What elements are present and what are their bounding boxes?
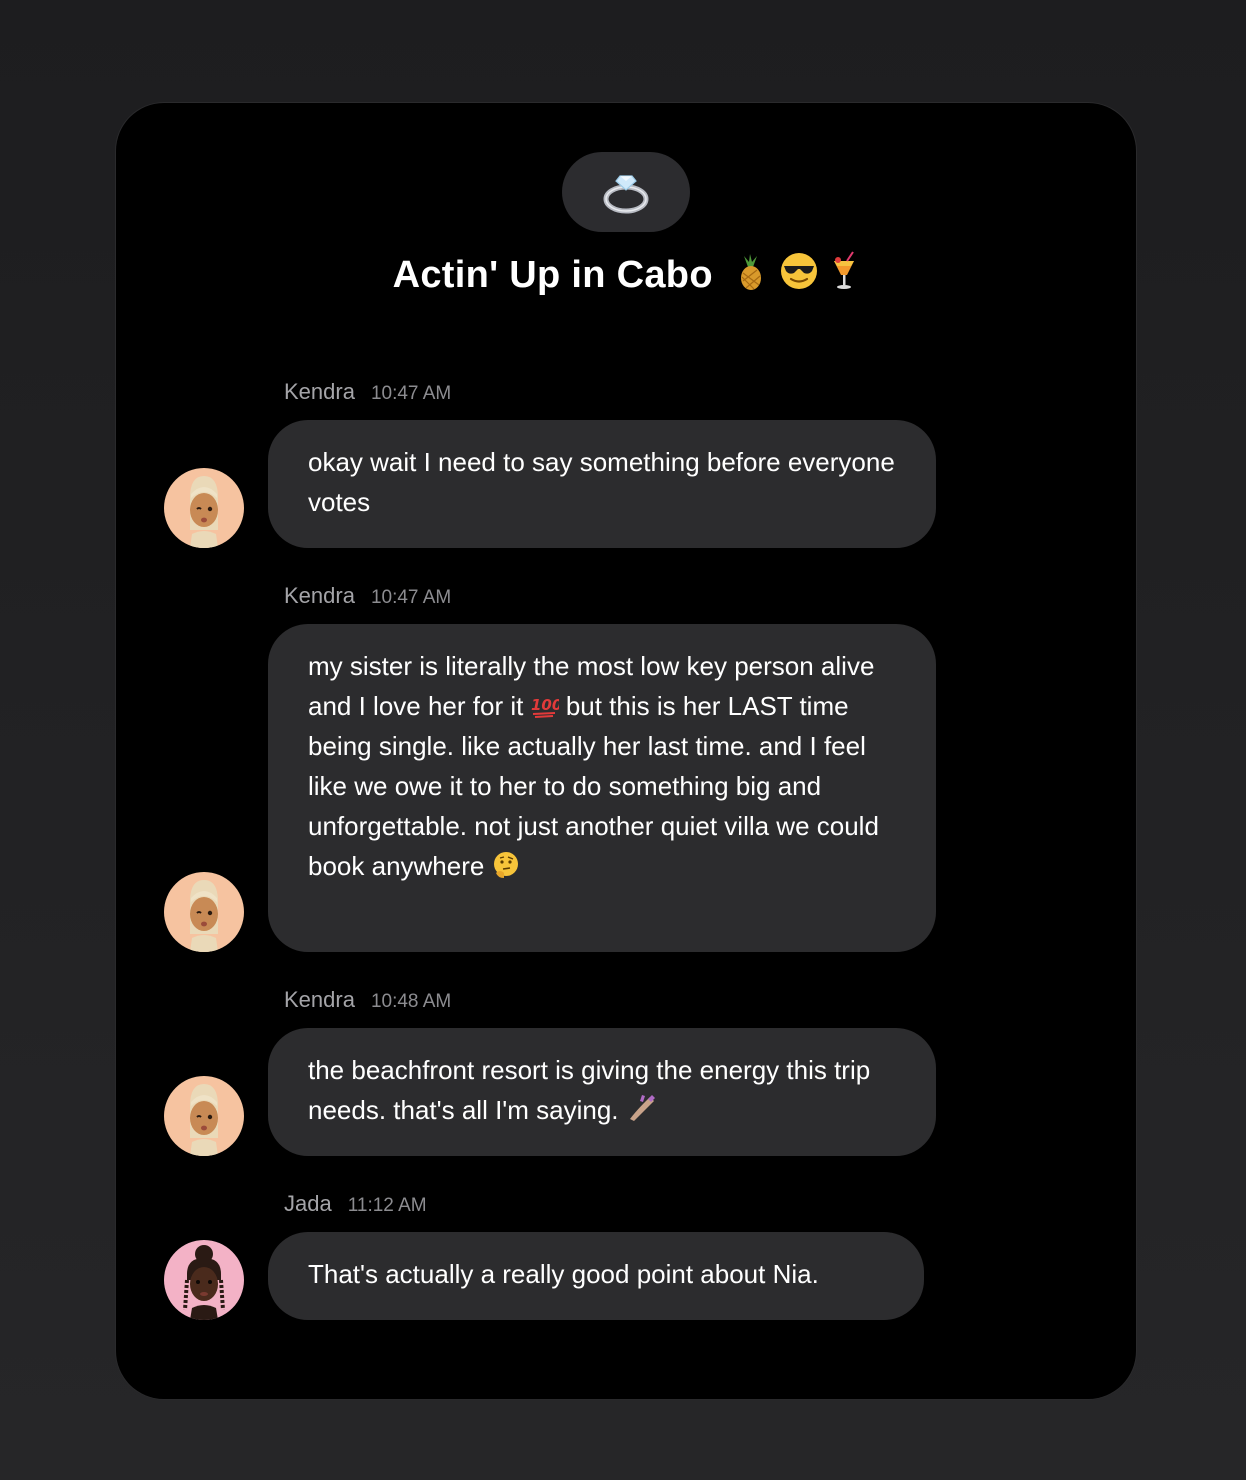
- sender-name: Kendra: [284, 379, 355, 404]
- message-timestamp: 10:48 AM: [370, 991, 452, 1012]
- group-title-text: Actin' Up in Cabo: [392, 254, 713, 296]
- message-text: the beachfront resort is giving the ener…: [308, 1055, 871, 1125]
- kendra-avatar[interactable]: [164, 872, 244, 952]
- message-bubble[interactable]: That's actually a really good point abou…: [268, 1232, 924, 1320]
- message-meta: Kendra 10:47 AM: [284, 583, 451, 609]
- message-text: okay wait I need to say something before…: [308, 447, 895, 517]
- pineapple-icon: [740, 254, 761, 290]
- memoji-avatar-icon: [183, 1245, 225, 1320]
- hundred-points-icon: 100: [531, 696, 559, 718]
- tropical-drink-icon: [834, 251, 855, 289]
- memoji-avatar-icon: [190, 880, 218, 952]
- group-title: Actin' Up in Cabo: [116, 251, 1136, 301]
- message-text: That's actually a really good point abou…: [308, 1259, 819, 1289]
- sender-name: Jada: [284, 1191, 332, 1216]
- message-bubble[interactable]: okay wait I need to say something before…: [268, 420, 936, 548]
- message-meta: Kendra 10:47 AM: [284, 379, 451, 405]
- sender-name: Kendra: [284, 583, 355, 608]
- message-timestamp: 11:12 AM: [347, 1195, 427, 1216]
- message-timestamp: 10:47 AM: [370, 383, 452, 404]
- sunglasses-face-icon: [780, 253, 817, 289]
- memoji-avatar-icon: [190, 476, 218, 548]
- group-chat-window: Actin' Up in Cabo Kendra 10:47 AM okay w…: [116, 103, 1136, 1399]
- thinking-face-icon: [493, 852, 518, 878]
- nail-polish-icon: [629, 1095, 655, 1121]
- kendra-avatar[interactable]: [164, 1076, 244, 1156]
- message-bubble[interactable]: my sister is literally the most low key …: [268, 624, 936, 952]
- ring-icon: [603, 175, 649, 214]
- memoji-avatar-icon: [190, 1084, 218, 1156]
- message-bubble[interactable]: the beachfront resort is giving the ener…: [268, 1028, 936, 1156]
- title-emojis: [732, 251, 860, 301]
- message-timestamp: 10:47 AM: [370, 587, 452, 608]
- jada-avatar[interactable]: [164, 1240, 244, 1320]
- message-meta: Kendra 10:48 AM: [284, 987, 451, 1013]
- kendra-avatar[interactable]: [164, 468, 244, 548]
- message-meta: Jada 11:12 AM: [284, 1191, 427, 1217]
- sender-name: Kendra: [284, 987, 355, 1012]
- group-icon-pill[interactable]: [562, 152, 690, 232]
- svg-text:100: 100: [531, 696, 559, 714]
